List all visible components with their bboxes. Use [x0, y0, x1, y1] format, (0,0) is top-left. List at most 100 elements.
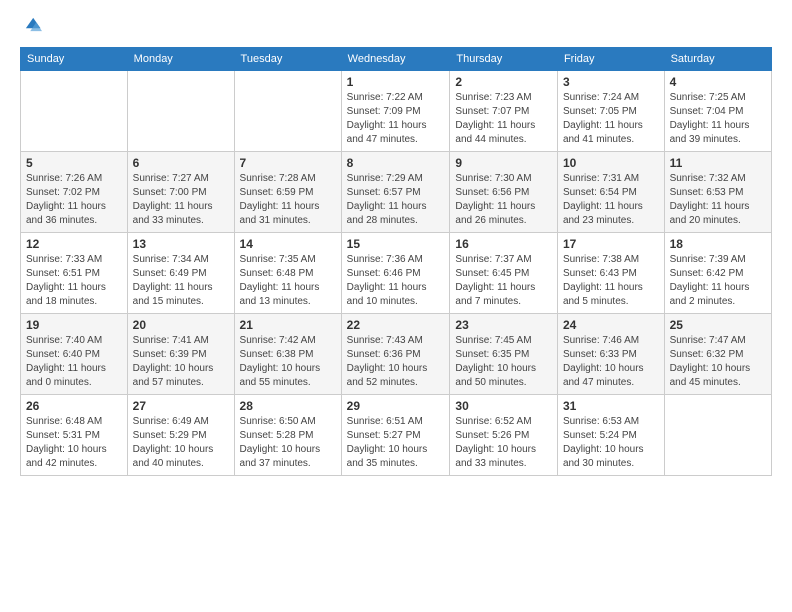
weekday-header-sunday: Sunday — [21, 48, 128, 71]
day-number: 19 — [26, 318, 122, 332]
calendar-cell: 16 Sunrise: 7:37 AM Sunset: 6:45 PM Dayli… — [450, 233, 558, 314]
day-info: Sunrise: 7:45 AM Sunset: 6:35 PM Dayligh… — [455, 334, 552, 390]
calendar-week-2: 5 Sunrise: 7:26 AM Sunset: 7:02 PM Daylig… — [21, 152, 772, 233]
calendar-cell: 23 Sunrise: 7:45 AM Sunset: 6:35 PM Dayli… — [450, 314, 558, 395]
calendar-cell: 4Sunrise: 7:25 AM Sunset: 7:04 PM Daylig… — [664, 71, 771, 152]
day-number: 25 — [670, 318, 766, 332]
day-info: Sunrise: 7:34 AM Sunset: 6:49 PM Dayligh… — [133, 253, 229, 309]
calendar-cell: 5 Sunrise: 7:26 AM Sunset: 7:02 PM Daylig… — [21, 152, 128, 233]
day-info: Sunrise: 7:33 AM Sunset: 6:51 PM Dayligh… — [26, 253, 122, 309]
day-number: 18 — [670, 237, 766, 251]
calendar-cell: 7 Sunrise: 7:28 AM Sunset: 6:59 PM Daylig… — [234, 152, 341, 233]
day-number: 31 — [563, 399, 659, 413]
calendar-cell: 2 Sunrise: 7:23 AM Sunset: 7:07 PM Daylig… — [450, 71, 558, 152]
day-number: 15 — [347, 237, 445, 251]
day-number: 26 — [26, 399, 122, 413]
day-info: Sunrise: 7:43 AM Sunset: 6:36 PM Dayligh… — [347, 334, 445, 390]
calendar-cell: 31 Sunrise: 6:53 AM Sunset: 5:24 PM Dayli… — [557, 395, 664, 476]
day-number: 29 — [347, 399, 445, 413]
day-number: 13 — [133, 237, 229, 251]
day-info: Sunrise: 7:32 AM Sunset: 6:53 PM Dayligh… — [670, 172, 766, 228]
day-number: 17 — [563, 237, 659, 251]
day-number: 10 — [563, 156, 659, 170]
day-info: Sunrise: 7:29 AM Sunset: 6:57 PM Dayligh… — [347, 172, 445, 228]
day-info: Sunrise: 6:52 AM Sunset: 5:26 PM Dayligh… — [455, 415, 552, 471]
day-number: 22 — [347, 318, 445, 332]
calendar-cell: 22 Sunrise: 7:43 AM Sunset: 6:36 PM Dayli… — [341, 314, 450, 395]
calendar-cell: 28 Sunrise: 6:50 AM Sunset: 5:28 PM Dayli… — [234, 395, 341, 476]
day-info: Sunrise: 7:42 AM Sunset: 6:38 PM Dayligh… — [240, 334, 336, 390]
weekday-header-wednesday: Wednesday — [341, 48, 450, 71]
weekday-header-tuesday: Tuesday — [234, 48, 341, 71]
day-info: Sunrise: 6:49 AM Sunset: 5:29 PM Dayligh… — [133, 415, 229, 471]
day-number: 30 — [455, 399, 552, 413]
calendar-cell — [664, 395, 771, 476]
day-info: Sunrise: 7:31 AM Sunset: 6:54 PM Dayligh… — [563, 172, 659, 228]
calendar-table: SundayMondayTuesdayWednesdayThursdayFrid… — [20, 47, 772, 476]
day-info: Sunrise: 7:37 AM Sunset: 6:45 PM Dayligh… — [455, 253, 552, 309]
day-info: Sunrise: 7:25 AM Sunset: 7:04 PM Dayligh… — [670, 91, 766, 147]
day-info: Sunrise: 7:23 AM Sunset: 7:07 PM Dayligh… — [455, 91, 552, 147]
day-number: 6 — [133, 156, 229, 170]
calendar-cell: 18 Sunrise: 7:39 AM Sunset: 6:42 PM Dayli… — [664, 233, 771, 314]
calendar-cell — [127, 71, 234, 152]
day-info: Sunrise: 7:30 AM Sunset: 6:56 PM Dayligh… — [455, 172, 552, 228]
calendar-cell: 20Sunrise: 7:41 AM Sunset: 6:39 PM Dayli… — [127, 314, 234, 395]
day-number: 7 — [240, 156, 336, 170]
day-info: Sunrise: 7:38 AM Sunset: 6:43 PM Dayligh… — [563, 253, 659, 309]
day-info: Sunrise: 6:50 AM Sunset: 5:28 PM Dayligh… — [240, 415, 336, 471]
calendar-cell: 13 Sunrise: 7:34 AM Sunset: 6:49 PM Dayli… — [127, 233, 234, 314]
calendar-cell: 6 Sunrise: 7:27 AM Sunset: 7:00 PM Daylig… — [127, 152, 234, 233]
day-info: Sunrise: 7:35 AM Sunset: 6:48 PM Dayligh… — [240, 253, 336, 309]
day-number: 9 — [455, 156, 552, 170]
day-info: Sunrise: 7:47 AM Sunset: 6:32 PM Dayligh… — [670, 334, 766, 390]
day-info: Sunrise: 6:53 AM Sunset: 5:24 PM Dayligh… — [563, 415, 659, 471]
calendar-cell: 8Sunrise: 7:29 AM Sunset: 6:57 PM Daylig… — [341, 152, 450, 233]
day-number: 12 — [26, 237, 122, 251]
day-info: Sunrise: 7:40 AM Sunset: 6:40 PM Dayligh… — [26, 334, 122, 390]
day-number: 14 — [240, 237, 336, 251]
day-info: Sunrise: 7:46 AM Sunset: 6:33 PM Dayligh… — [563, 334, 659, 390]
day-info: Sunrise: 7:28 AM Sunset: 6:59 PM Dayligh… — [240, 172, 336, 228]
calendar-cell: 21 Sunrise: 7:42 AM Sunset: 6:38 PM Dayli… — [234, 314, 341, 395]
day-info: Sunrise: 7:39 AM Sunset: 6:42 PM Dayligh… — [670, 253, 766, 309]
day-number: 20 — [133, 318, 229, 332]
calendar-cell: 26 Sunrise: 6:48 AM Sunset: 5:31 PM Dayli… — [21, 395, 128, 476]
calendar-cell: 3Sunrise: 7:24 AM Sunset: 7:05 PM Daylig… — [557, 71, 664, 152]
calendar-cell: 9 Sunrise: 7:30 AM Sunset: 6:56 PM Daylig… — [450, 152, 558, 233]
day-info: Sunrise: 7:22 AM Sunset: 7:09 PM Dayligh… — [347, 91, 445, 147]
weekday-header-thursday: Thursday — [450, 48, 558, 71]
day-number: 21 — [240, 318, 336, 332]
day-number: 28 — [240, 399, 336, 413]
day-info: Sunrise: 6:48 AM Sunset: 5:31 PM Dayligh… — [26, 415, 122, 471]
calendar-cell: 29 Sunrise: 6:51 AM Sunset: 5:27 PM Dayli… — [341, 395, 450, 476]
calendar-week-3: 12 Sunrise: 7:33 AM Sunset: 6:51 PM Dayli… — [21, 233, 772, 314]
day-number: 16 — [455, 237, 552, 251]
header — [20, 15, 772, 37]
calendar-cell: 10 Sunrise: 7:31 AM Sunset: 6:54 PM Dayli… — [557, 152, 664, 233]
calendar-week-4: 19 Sunrise: 7:40 AM Sunset: 6:40 PM Dayli… — [21, 314, 772, 395]
weekday-header-friday: Friday — [557, 48, 664, 71]
day-number: 2 — [455, 75, 552, 89]
day-info: Sunrise: 6:51 AM Sunset: 5:27 PM Dayligh… — [347, 415, 445, 471]
calendar-cell: 15 Sunrise: 7:36 AM Sunset: 6:46 PM Dayli… — [341, 233, 450, 314]
calendar-cell: 14 Sunrise: 7:35 AM Sunset: 6:48 PM Dayli… — [234, 233, 341, 314]
calendar-cell: 25 Sunrise: 7:47 AM Sunset: 6:32 PM Dayli… — [664, 314, 771, 395]
calendar-cell: 27 Sunrise: 6:49 AM Sunset: 5:29 PM Dayli… — [127, 395, 234, 476]
day-number: 23 — [455, 318, 552, 332]
calendar-cell: 11 Sunrise: 7:32 AM Sunset: 6:53 PM Dayli… — [664, 152, 771, 233]
weekday-header-saturday: Saturday — [664, 48, 771, 71]
day-number: 11 — [670, 156, 766, 170]
calendar-cell: 17 Sunrise: 7:38 AM Sunset: 6:43 PM Dayli… — [557, 233, 664, 314]
day-number: 27 — [133, 399, 229, 413]
calendar-cell: 30 Sunrise: 6:52 AM Sunset: 5:26 PM Dayli… — [450, 395, 558, 476]
day-info: Sunrise: 7:27 AM Sunset: 7:00 PM Dayligh… — [133, 172, 229, 228]
day-info: Sunrise: 7:36 AM Sunset: 6:46 PM Dayligh… — [347, 253, 445, 309]
day-number: 24 — [563, 318, 659, 332]
calendar-cell: 19 Sunrise: 7:40 AM Sunset: 6:40 PM Dayli… — [21, 314, 128, 395]
day-number: 5 — [26, 156, 122, 170]
day-info: Sunrise: 7:26 AM Sunset: 7:02 PM Dayligh… — [26, 172, 122, 228]
day-number: 1 — [347, 75, 445, 89]
calendar-cell — [234, 71, 341, 152]
logo — [20, 15, 44, 37]
